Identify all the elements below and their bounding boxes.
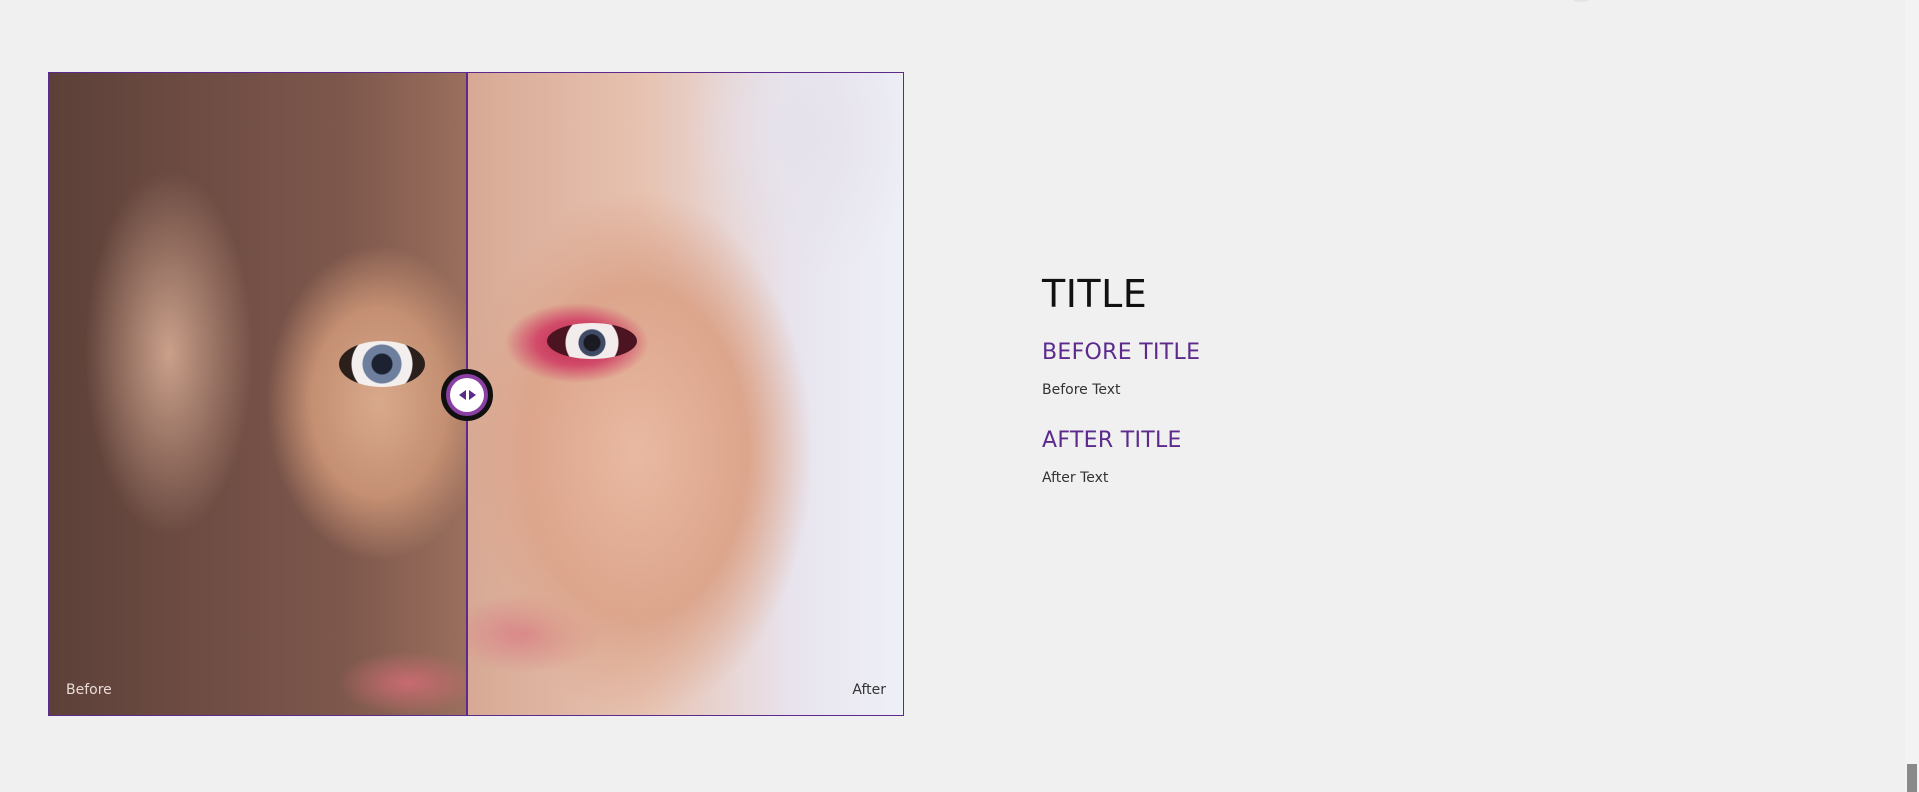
before-image bbox=[49, 73, 467, 715]
before-after-slider[interactable]: Before After bbox=[48, 72, 904, 716]
before-title: BEFORE TITLE bbox=[1042, 340, 1201, 365]
decorative-circle bbox=[1568, 0, 1594, 2]
vertical-scrollbar[interactable] bbox=[1905, 0, 1919, 792]
after-title: AFTER TITLE bbox=[1042, 428, 1182, 453]
page-title: TITLE bbox=[1042, 272, 1148, 316]
before-eye-detail bbox=[339, 341, 425, 387]
before-text: Before Text bbox=[1042, 382, 1121, 398]
arrow-right-icon bbox=[468, 390, 476, 400]
comparison-text-block: TITLE BEFORE TITLE Before Text AFTER TIT… bbox=[1042, 272, 1542, 486]
after-image bbox=[467, 73, 903, 715]
slider-handle-inner bbox=[450, 378, 484, 412]
before-label: Before bbox=[66, 682, 112, 698]
scrollbar-thumb[interactable] bbox=[1907, 764, 1917, 792]
after-text: After Text bbox=[1042, 470, 1109, 486]
after-eye-detail bbox=[547, 323, 637, 359]
slider-handle[interactable] bbox=[441, 369, 493, 421]
after-label: After bbox=[852, 682, 886, 698]
page: Before After TITLE BEFORE TITLE Before T… bbox=[0, 0, 1919, 792]
arrow-left-icon bbox=[458, 390, 466, 400]
